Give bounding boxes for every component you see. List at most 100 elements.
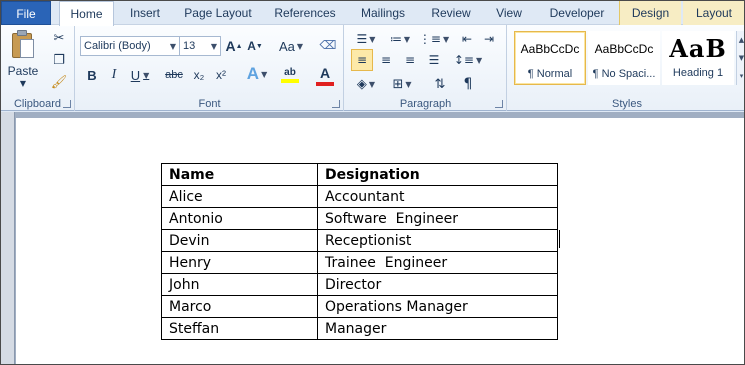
style-sample: AaBbCcDc [594,42,654,56]
style-sample: AaB [669,34,727,63]
table-cell[interactable]: Receptionist [317,229,558,252]
table-cell[interactable]: Antonio [161,207,318,230]
align-left-icon[interactable]: ≡ [351,49,373,71]
table-cell[interactable]: Director [317,273,558,296]
strikethrough-button[interactable]: abc [162,65,186,85]
table-cell[interactable]: Manager [317,317,558,340]
document-page[interactable]: Name Designation Alice Accountant Antoni… [16,118,744,364]
font-color-swatch [316,81,334,86]
tab-page-layout[interactable]: Page Layout [181,1,255,25]
change-case-label: Aa [278,38,295,54]
subscript-button[interactable]: x₂ [188,65,210,85]
table-cell[interactable]: Steffan [161,317,318,340]
tab-developer[interactable]: Developer [541,1,613,25]
bullets-icon[interactable]: ☰ ▼ [351,29,381,49]
clear-formatting-icon[interactable]: ⌫ [317,34,339,56]
italic-button[interactable]: I [104,65,124,85]
table-cell[interactable]: Marco [161,295,318,318]
font-size-select[interactable]: 13 ▼ [179,36,221,56]
chevron-down-icon[interactable]: ▼ [737,49,744,67]
line-spacing-icon[interactable]: ↕≡ ▼ [453,49,483,71]
vertical-ruler [1,112,15,364]
styles-group-label: Styles [612,98,642,110]
font-name-select[interactable]: Calibri (Body) ▼ [80,36,180,56]
style-no-spacing[interactable]: AaBbCcDc ¶ No Spaci... [588,31,660,85]
superscript-button[interactable]: x² [210,65,232,85]
tab-insert[interactable]: Insert [121,1,169,25]
style-normal[interactable]: AaBbCcDc ¶ Normal [514,31,586,85]
table-row: Alice Accountant [161,185,558,208]
numbering-icon[interactable]: ≔ ▼ [385,29,415,49]
tab-view[interactable]: View [489,1,529,25]
paragraph-group-label: Paragraph [399,98,452,110]
cut-icon[interactable]: ✂ [49,29,69,47]
font-color-button[interactable]: A [310,63,340,87]
tab-review[interactable]: Review [425,1,477,25]
table-cell[interactable]: Operations Manager [317,295,558,318]
font-color-icon: A [319,64,331,81]
table-row: Henry Trainee Engineer [161,251,558,274]
dialog-launcher-icon[interactable] [63,100,71,108]
table-cell[interactable]: Software Engineer [317,207,558,230]
styles-gallery-scroll[interactable]: ▲ ▼ ▾ [736,31,744,85]
styles-group: AaBbCcDc ¶ Normal AaBbCcDc ¶ No Spaci...… [508,25,744,111]
tab-table-layout[interactable]: Layout [683,1,744,25]
table-row: Steffan Manager [161,317,558,340]
table-cell[interactable]: Henry [161,251,318,274]
table-cell[interactable]: Accountant [317,185,558,208]
style-name: ¶ Normal [527,68,573,80]
align-right-icon[interactable]: ≡ [399,49,421,71]
paste-button[interactable]: Paste ▼ [5,28,41,90]
document-table[interactable]: Name Designation Alice Accountant Antoni… [161,163,558,340]
change-case-button[interactable]: Aa ▼ [276,36,306,56]
clipboard-group: Paste ▼ ✂ ❐ 🖌 Clipboard [1,25,75,111]
table-cell[interactable]: John [161,273,318,296]
ribbon-tab-bar: File Home Insert Page Layout References … [1,1,744,26]
table-header-cell[interactable]: Name [161,163,318,186]
text-effects-button[interactable]: A ▼ [242,63,272,85]
tab-references[interactable]: References [269,1,341,25]
shading-icon[interactable]: ◈ ▼ [351,73,381,95]
multilevel-list-icon[interactable]: ⋮≡ ▼ [419,29,449,49]
highlight-color-swatch [281,79,299,83]
table-cell[interactable]: Trainee Engineer [317,251,558,274]
chevron-down-icon: ▼ [296,41,304,51]
font-size-value: 13 [183,40,196,52]
tab-table-design[interactable]: Design [619,1,681,25]
table-row: John Director [161,273,558,296]
shrink-font-icon[interactable]: A ▼ [245,36,265,56]
chevron-down-icon: ▼ [210,41,217,51]
more-styles-icon[interactable]: ▾ [737,67,744,85]
highlight-color-button[interactable]: ab [274,63,306,87]
dialog-launcher-icon[interactable] [495,100,503,108]
chevron-down-icon: ▼ [169,41,176,51]
align-center-icon[interactable]: ≡ [375,49,397,71]
chevron-down-icon: ▼ [261,69,268,79]
font-group-label: Font [198,98,221,110]
sort-icon[interactable]: ⇅ [429,73,451,95]
style-heading-1[interactable]: AaB Heading 1 [662,31,734,85]
decrease-indent-icon[interactable]: ⇤ [457,29,477,49]
format-painter-icon[interactable]: 🖌 [49,73,69,91]
show-formatting-marks-icon[interactable]: ¶ [457,73,479,95]
tab-mailings[interactable]: Mailings [353,1,413,25]
chevron-up-icon[interactable]: ▲ [737,31,744,49]
table-header-cell[interactable]: Designation [317,163,558,186]
table-cell[interactable]: Alice [161,185,318,208]
style-name: Heading 1 [672,67,724,79]
tab-home[interactable]: Home [59,1,114,26]
bold-button[interactable]: B [82,65,102,85]
highlighter-icon: ab [284,67,296,78]
tab-file[interactable]: File [1,1,51,25]
copy-icon[interactable]: ❐ [49,51,69,69]
grow-font-icon[interactable]: A ▲ [224,36,244,56]
table-cell[interactable]: Devin [161,229,318,252]
underline-button[interactable]: U ▼ [126,65,154,85]
justify-icon[interactable]: ☰ [423,49,445,71]
style-name: ¶ No Spaci... [592,68,656,80]
word-window: File Home Insert Page Layout References … [0,0,745,365]
dialog-launcher-icon[interactable] [332,100,340,108]
increase-indent-icon[interactable]: ⇥ [479,29,499,49]
borders-icon[interactable]: ⊞ ▼ [385,73,419,95]
ribbon: Paste ▼ ✂ ❐ 🖌 Clipboard Calibri (Body) ▼… [1,25,744,111]
